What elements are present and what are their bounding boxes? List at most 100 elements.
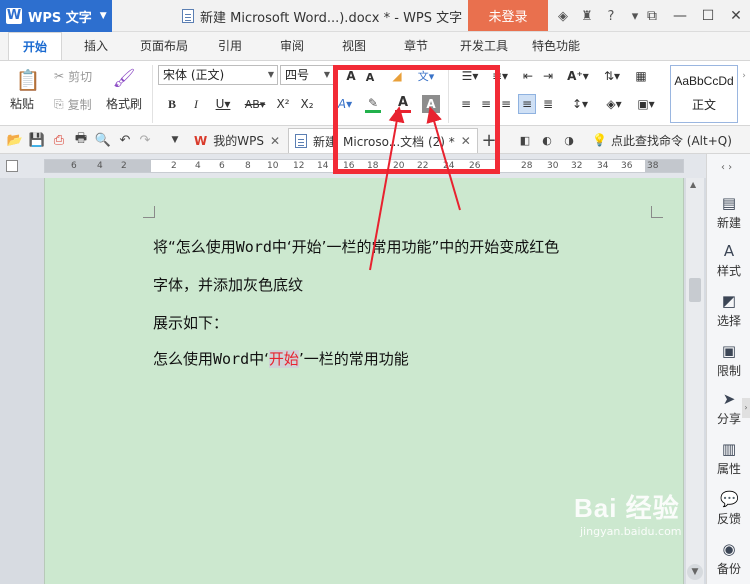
restore-down-icon[interactable]: ⧉ (638, 0, 666, 32)
italic-button[interactable]: I (188, 95, 204, 113)
cut-label: 剪切 (68, 69, 93, 84)
borders-button[interactable]: ▣▾ (632, 95, 660, 113)
maximize-icon[interactable]: ☐ (694, 0, 722, 32)
open-folder-icon[interactable]: 📂 (6, 131, 24, 149)
superscript-button[interactable]: X² (274, 95, 292, 113)
align-right-icon[interactable]: ≡ (498, 95, 514, 113)
print-preview-icon[interactable]: 🔍 (94, 131, 112, 149)
paste-icon[interactable]: 📋 (14, 67, 42, 93)
redo-icon[interactable]: ↷ (136, 131, 154, 149)
help-icon[interactable]: ? (600, 5, 622, 27)
tab-references[interactable]: 引用 (208, 32, 252, 60)
tab-review[interactable]: 审阅 (270, 32, 314, 60)
side-item-feedback[interactable]: 💬 反馈 (707, 490, 750, 527)
tab-view[interactable]: 视图 (332, 32, 376, 60)
side-item-new[interactable]: ▤ 新建 (707, 194, 750, 231)
title-tools: ◈ ♜ ? ▾ (552, 0, 646, 32)
tab-stop-selector[interactable] (6, 160, 18, 172)
paste-button[interactable]: 粘贴 (10, 95, 34, 112)
bold-button[interactable]: B (164, 95, 180, 113)
tab-my-wps[interactable]: W 我的WPS ✕ (188, 128, 286, 153)
font-size-select[interactable]: 四号 ▼ (280, 65, 334, 85)
font-name-select[interactable]: 宋体 (正文) ▼ (158, 65, 278, 85)
side-item-label: 属性 (716, 462, 741, 476)
ruler-label: 28 (521, 161, 533, 171)
side-item-label: 选择 (716, 314, 741, 328)
shirt-icon[interactable]: ♜ (576, 5, 598, 27)
document-paragraph-3[interactable]: 展示如下： (153, 312, 228, 333)
tool-icon-2[interactable]: ◐ (538, 131, 556, 149)
side-panel-arrows-icon[interactable]: ‹ › (721, 162, 732, 173)
side-item-backup[interactable]: ◉ 备份 (707, 540, 750, 577)
ribbon-scroll-icon[interactable]: › (740, 71, 748, 117)
subscript-button[interactable]: X₂ (298, 95, 316, 113)
command-search[interactable]: 💡 点此查找命令 (Alt+Q) (592, 128, 732, 152)
tab-insert[interactable]: 插入 (74, 32, 118, 60)
undo-icon[interactable]: ↶ (116, 131, 134, 149)
app-menu-button[interactable]: W WPS 文字 ▼ (0, 0, 112, 32)
scroll-up-icon[interactable]: ▲ (690, 180, 696, 189)
change-case-button[interactable]: A⁺▾ (564, 67, 592, 85)
format-painter-button[interactable]: 格式刷 (106, 95, 142, 112)
print-icon[interactable]: 🖶 (72, 131, 90, 149)
document-paragraph-2[interactable]: 字体，并添加灰色底纹 (153, 274, 303, 295)
ruler-label: 10 (267, 161, 279, 171)
window-controls: ⧉ — ☐ ✕ (638, 0, 750, 32)
distributed-icon[interactable]: ≣ (540, 95, 556, 113)
table-icon[interactable]: ▦ (632, 67, 650, 85)
increase-indent-icon[interactable]: ⇥ (540, 67, 556, 85)
vertical-scrollbar[interactable]: ▲ ▼ (686, 178, 704, 584)
strikethrough-button[interactable]: AB▾ (240, 95, 270, 113)
style-normal[interactable]: AaBbCcDd 正文 (670, 65, 738, 123)
export-pdf-icon[interactable]: ⎙ (50, 131, 68, 149)
shading-button[interactable]: ◈▾ (600, 95, 628, 113)
save-icon[interactable]: 💾 (28, 131, 46, 149)
tool-icon-3[interactable]: ◑ (560, 131, 578, 149)
chevron-down-icon: ▼ (99, 11, 107, 21)
chevron-down-icon: ▼ (267, 70, 274, 79)
justify-icon[interactable]: ≡ (518, 94, 536, 114)
style-icon: A (723, 242, 735, 260)
tool-icon-1[interactable]: ◧ (516, 131, 534, 149)
side-item-properties[interactable]: ▥ 属性 (707, 440, 750, 477)
copy-button[interactable]: ⎘ 复制 (54, 95, 92, 113)
login-button[interactable]: 未登录 (468, 0, 548, 31)
line4-part-d: ’一栏的常用功能 (298, 350, 409, 368)
document-paragraph-1[interactable]: 将“怎么使用Word中‘开始’一栏的常用功能”中的开始变成红色 (153, 236, 559, 257)
underline-button[interactable]: U▾ (210, 95, 236, 113)
side-item-label: 新建 (716, 216, 741, 230)
minimize-icon[interactable]: — (666, 0, 694, 32)
tab-developer[interactable]: 开发工具 (452, 32, 516, 60)
format-painter-icon[interactable]: 🖌 (112, 65, 136, 91)
font-name-value: 宋体 (正文) (163, 68, 225, 82)
side-item-style[interactable]: A 样式 (707, 242, 750, 279)
sort-button[interactable]: ⇅▾ (598, 67, 626, 85)
line4-part-b: Word (213, 350, 250, 368)
close-icon[interactable]: ✕ (270, 134, 280, 148)
cut-button[interactable]: ✂ 剪切 (54, 67, 92, 85)
close-icon[interactable]: ✕ (722, 0, 750, 32)
annotation-highlight-box (333, 65, 500, 174)
skin-icon[interactable]: ◈ (552, 5, 574, 27)
scroll-thumb[interactable] (689, 278, 701, 302)
copy-label: 复制 (67, 97, 92, 112)
side-item-label: 限制 (716, 364, 741, 378)
side-item-select[interactable]: ◩ 选择 (707, 292, 750, 329)
ruler-label: 34 (597, 161, 609, 171)
tab-features[interactable]: 特色功能 (524, 32, 588, 60)
decrease-indent-icon[interactable]: ⇤ (520, 67, 536, 85)
chevron-down-icon[interactable]: ▼ (166, 131, 184, 149)
restrict-icon: ▣ (721, 342, 737, 360)
ruler-label: 4 (97, 161, 103, 171)
tab-page-layout[interactable]: 页面布局 (132, 32, 196, 60)
document-paragraph-4[interactable]: 怎么使用Word中‘开始’一栏的常用功能 (153, 348, 409, 369)
tab-chapter[interactable]: 章节 (394, 32, 438, 60)
window-title: 新建 Microsoft Word...).docx * - WPS 文字 (182, 0, 462, 32)
baidu-watermark: Bai 经验 jingyan.baidu.com (574, 488, 682, 538)
side-item-restrict[interactable]: ▣ 限制 (707, 342, 750, 379)
side-panel-collapse-icon[interactable]: › (742, 398, 750, 418)
line-spacing-button[interactable]: ↕▾ (566, 95, 594, 113)
side-panel: ‹ › ▤ 新建 A 样式 ◩ 选择 ▣ 限制 ➤ 分享 ▥ 属性 💬 反馈 ◉… (706, 154, 750, 584)
scroll-down-icon[interactable]: ▼ (687, 564, 703, 580)
tab-home[interactable]: 开始 (8, 32, 62, 60)
